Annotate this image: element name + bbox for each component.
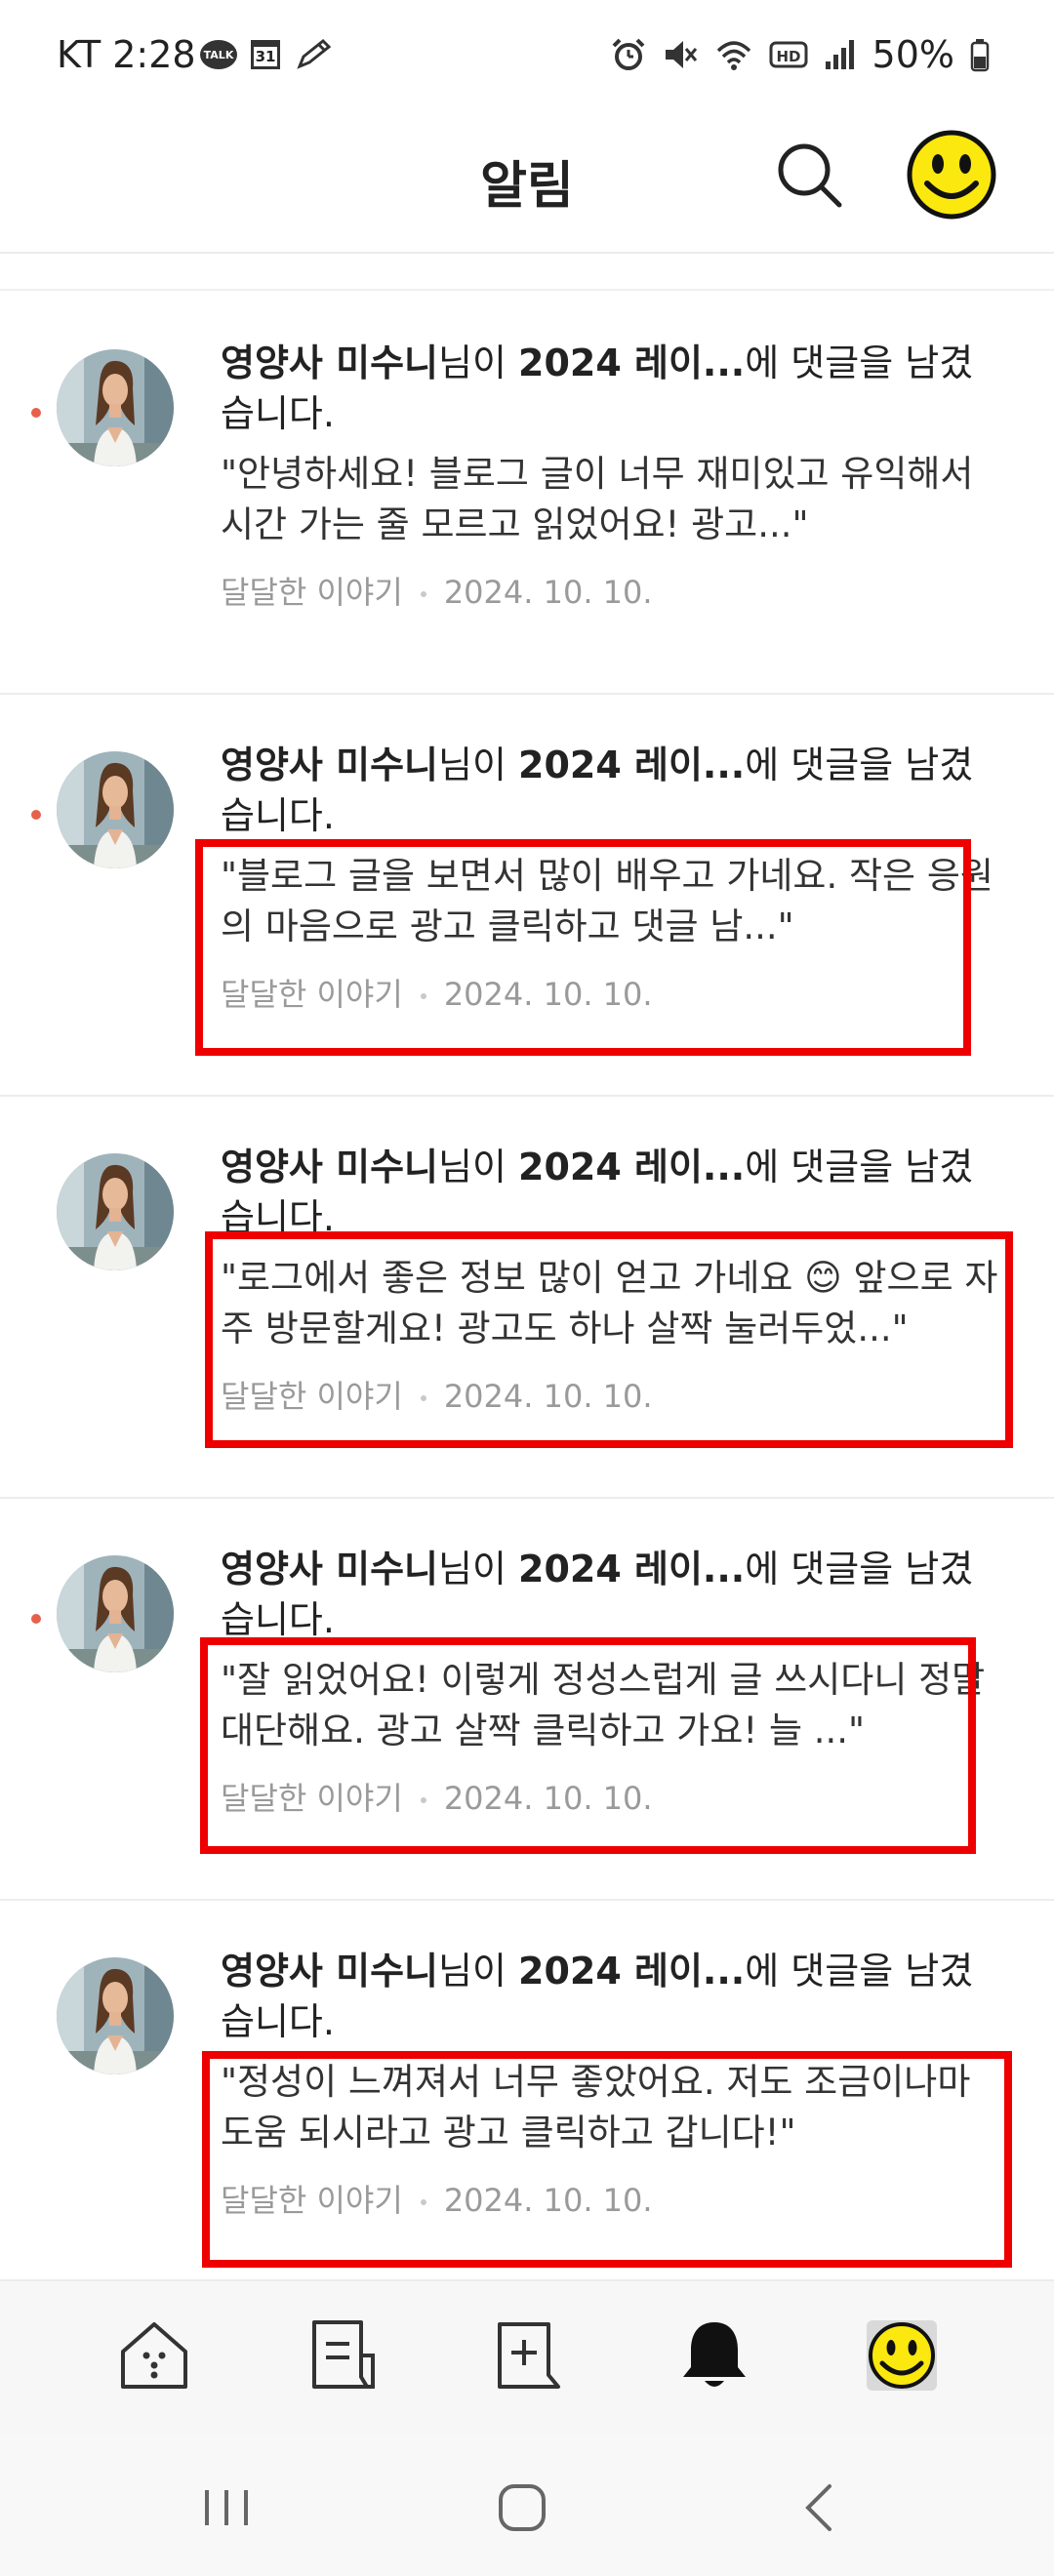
avatar[interactable] [57, 349, 174, 466]
commenter-name: 영양사 미수니 [221, 1548, 438, 1590]
home-button-icon [499, 2484, 546, 2531]
nav-write-button[interactable] [490, 2316, 568, 2395]
commenter-name: 영양사 미수니 [221, 744, 438, 786]
commenter-name: 영양사 미수니 [221, 1146, 438, 1188]
notification-item[interactable]: 영양사 미수니님이 2024 레이...에 댓글을 남겼습니다. "안녕하세요! … [0, 291, 1054, 695]
nav-home-button[interactable] [115, 2316, 193, 2395]
page-title: 알림 [480, 157, 574, 216]
talk-icon: TALK [200, 40, 237, 69]
notification-headline: 영양사 미수니님이 2024 레이...에 댓글을 남겼습니다. [221, 338, 1001, 439]
nav-posts-button[interactable] [304, 2316, 383, 2395]
smiley-profile-icon [907, 130, 996, 220]
alarm-icon [612, 38, 644, 70]
post-title: 2024 레이... [518, 342, 746, 384]
nav-profile-button[interactable] [863, 2316, 941, 2395]
app-header: 알림 [0, 107, 1054, 254]
annotation-highlight-box [200, 1637, 976, 1854]
unread-dot [31, 408, 41, 418]
recent-apps-icon [205, 2490, 248, 2525]
status-time: KT 2:28 [57, 33, 196, 76]
nav-notifications-button[interactable] [675, 2316, 753, 2395]
recent-apps-button[interactable] [197, 2478, 256, 2537]
annotation-highlight-box [205, 1231, 1013, 1448]
battery-icon [970, 39, 990, 72]
blog-name: 달달한 이야기 [221, 574, 403, 611]
commenter-name: 영양사 미수니 [221, 1950, 438, 1992]
avatar[interactable] [57, 1153, 174, 1270]
battery-percent: 50% [872, 33, 954, 76]
notification-headline: 영양사 미수니님이 2024 레이...에 댓글을 남겼습니다. [221, 1544, 1001, 1645]
name-suffix: 님이 [438, 1548, 507, 1590]
hd-icon: HD [769, 41, 808, 68]
wifi-icon [716, 41, 750, 70]
bell-icon [683, 2322, 746, 2387]
post-title: 2024 레이... [518, 744, 746, 786]
calendar-icon: 31 [251, 40, 280, 69]
post-list-icon [312, 2320, 375, 2389]
name-suffix: 님이 [438, 1146, 507, 1188]
mute-icon [665, 41, 697, 68]
back-button[interactable] [790, 2478, 849, 2537]
notification-headline: 영양사 미수니님이 2024 레이...에 댓글을 남겼습니다. [221, 1946, 1001, 2047]
notification-meta: 달달한 이야기 2024. 10. 10. [221, 568, 1001, 613]
commenter-name: 영양사 미수니 [221, 342, 438, 384]
unread-dot [31, 1614, 41, 1624]
name-suffix: 님이 [438, 1950, 507, 1992]
system-navigation-bar [0, 2435, 1054, 2576]
new-post-icon [498, 2322, 560, 2389]
unread-dot [31, 810, 41, 820]
header-divider [0, 252, 1054, 254]
notification-headline: 영양사 미수니님이 2024 레이...에 댓글을 남겼습니다. [221, 740, 1001, 841]
smiley-profile-icon [867, 2320, 937, 2391]
name-suffix: 님이 [438, 342, 507, 384]
status-bar: KT 2:28 TALK 31 HD 50% [0, 0, 1054, 107]
home-icon [121, 2322, 187, 2389]
post-title: 2024 레이... [518, 1950, 746, 1992]
annotation-highlight-box [195, 839, 971, 1056]
svg-text:HD: HD [776, 48, 800, 65]
annotation-highlight-box [202, 2051, 1012, 2268]
avatar[interactable] [57, 751, 174, 868]
avatar[interactable] [57, 1555, 174, 1672]
back-icon [805, 2484, 831, 2531]
search-icon [778, 143, 842, 208]
notification-headline: 영양사 미수니님이 2024 레이...에 댓글을 남겼습니다. [221, 1142, 1001, 1243]
separator-dot [420, 591, 426, 597]
post-title: 2024 레이... [518, 1548, 746, 1590]
search-button[interactable] [771, 137, 849, 215]
comment-preview: "안녕하세요! 블로그 글이 너무 재미있고 유익해서 시간 가는 줄 모르고 … [221, 453, 974, 545]
notification-date: 2024. 10. 10. [443, 574, 653, 611]
pencil-icon [297, 38, 332, 69]
name-suffix: 님이 [438, 744, 507, 786]
system-home-button[interactable] [493, 2478, 551, 2537]
avatar[interactable] [57, 1957, 174, 2074]
profile-button[interactable] [906, 129, 997, 221]
bottom-nav [0, 2279, 1054, 2437]
signal-icon [825, 40, 854, 69]
post-title: 2024 레이... [518, 1146, 746, 1188]
